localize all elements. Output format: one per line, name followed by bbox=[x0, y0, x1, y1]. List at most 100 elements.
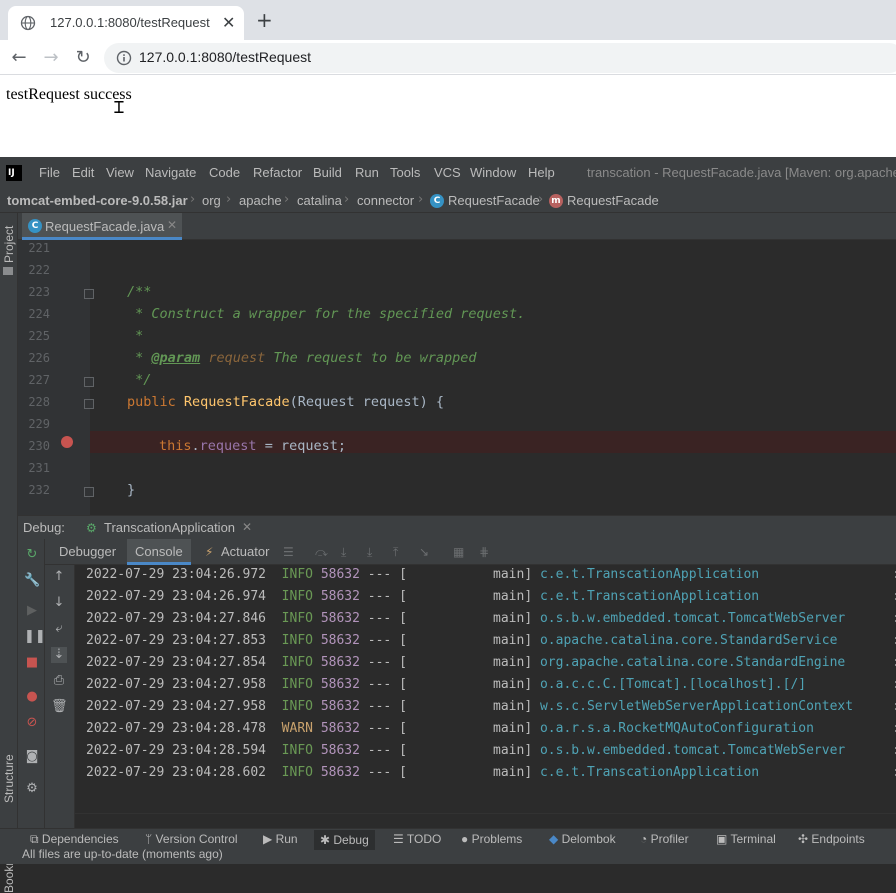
editor-tabs: C RequestFacade.java ✕ bbox=[18, 213, 896, 240]
log-thread: main] bbox=[493, 721, 533, 736]
menu-file[interactable]: File bbox=[39, 165, 60, 180]
editor-tab-close-icon[interactable]: ✕ bbox=[167, 218, 177, 232]
log-timestamp: 2022-07-29 23:04:28.602 bbox=[86, 765, 267, 780]
print-icon[interactable]: ⎙ bbox=[51, 673, 67, 689]
fold-marker-icon[interactable] bbox=[84, 377, 94, 387]
scroll-up-icon[interactable]: ↑ bbox=[51, 569, 67, 585]
rerun-icon[interactable]: ↻ bbox=[24, 547, 40, 563]
camera-icon[interactable]: ◙ bbox=[24, 749, 40, 765]
breadcrumb-org[interactable]: org bbox=[202, 193, 221, 208]
debug-session-close-icon[interactable]: ✕ bbox=[242, 520, 252, 534]
menu-build[interactable]: Build bbox=[313, 165, 342, 180]
tool-dependencies[interactable]: ⧉ Dependencies bbox=[30, 832, 119, 847]
log-row: 2022-07-29 23:04:27.958 INFO 58632 --- [… bbox=[86, 677, 896, 692]
breakpoint-icon[interactable] bbox=[61, 436, 73, 448]
tool-terminal[interactable]: ▣ Terminal bbox=[716, 832, 776, 846]
reload-icon[interactable]: ↻ bbox=[72, 47, 94, 69]
fold-marker-icon[interactable] bbox=[84, 487, 94, 497]
forward-icon[interactable]: → bbox=[40, 47, 62, 69]
tool-profiler[interactable]: ◔ Profiler bbox=[640, 832, 689, 846]
log-row: 2022-07-29 23:04:27.958 INFO 58632 --- [… bbox=[86, 699, 896, 714]
menu-view[interactable]: View bbox=[106, 165, 134, 180]
tool-version-control[interactable]: ᛘ Version Control bbox=[145, 832, 238, 846]
wrench-icon[interactable]: 🔧 bbox=[24, 573, 40, 589]
menu-vcs[interactable]: VCS bbox=[434, 165, 461, 180]
breadcrumb-jar[interactable]: tomcat-embed-core-9.0.58.jar bbox=[7, 193, 188, 208]
breadcrumb-catalina[interactable]: catalina bbox=[297, 193, 342, 208]
log-tail: : bbox=[892, 743, 896, 758]
log-thread: main] bbox=[493, 699, 533, 714]
stop-icon[interactable]: ■ bbox=[24, 655, 40, 671]
tool-problems[interactable]: ● Problems bbox=[461, 832, 522, 846]
menu-navigate[interactable]: Navigate bbox=[145, 165, 196, 180]
console-output[interactable]: 2022-07-29 23:04:26.972 INFO 58632 --- [… bbox=[75, 565, 896, 813]
trace-icon[interactable]: ⋕ bbox=[479, 545, 489, 559]
force-step-into-icon[interactable]: ⤓ bbox=[367, 545, 372, 560]
keyword: this bbox=[159, 438, 192, 454]
editor-tab-requestfacade[interactable]: C RequestFacade.java ✕ bbox=[22, 213, 182, 240]
back-icon[interactable]: ← bbox=[8, 47, 30, 69]
menu-window[interactable]: Window bbox=[470, 165, 516, 180]
info-icon[interactable] bbox=[116, 50, 132, 66]
menu-refactor[interactable]: Refactor bbox=[253, 165, 302, 180]
step-into-icon[interactable]: ⤓ bbox=[341, 545, 346, 560]
menu-icon[interactable]: ☰ bbox=[283, 545, 294, 559]
tool-run[interactable]: ▶ Run bbox=[263, 832, 298, 846]
log-thread: main] bbox=[493, 677, 533, 692]
debug-session-tab[interactable]: TranscationApplication bbox=[104, 520, 235, 535]
javadoc-text: The request to be wrapped bbox=[265, 350, 477, 366]
address-bar[interactable]: 127.0.0.1:8080/testRequest bbox=[104, 43, 896, 73]
step-out-icon[interactable]: ⤒ bbox=[393, 545, 398, 560]
method-icon: m bbox=[549, 194, 563, 208]
log-level: INFO bbox=[281, 765, 313, 780]
soft-wrap-icon[interactable]: ⤶ bbox=[51, 621, 67, 637]
tool-debug[interactable]: ✱ Debug bbox=[314, 830, 375, 850]
log-logger: o.a.c.c.C.[Tomcat].[localhost].[/] bbox=[539, 677, 807, 692]
breadcrumb-connector[interactable]: connector bbox=[357, 193, 414, 208]
tab-close-icon[interactable]: ✕ bbox=[222, 13, 235, 32]
scroll-to-end-icon[interactable]: ⇣ bbox=[51, 647, 67, 663]
tool-delombok[interactable]: ◆ Delombok bbox=[549, 832, 616, 846]
line-number: 231 bbox=[28, 461, 50, 475]
breadcrumb-apache[interactable]: apache bbox=[239, 193, 282, 208]
scroll-down-icon[interactable]: ↓ bbox=[51, 595, 67, 611]
tab-actuator[interactable]: Actuator bbox=[213, 539, 277, 565]
run-to-cursor-icon[interactable]: ↘ bbox=[419, 545, 429, 559]
fold-marker-icon[interactable] bbox=[84, 289, 94, 299]
resume-icon[interactable]: ▶ bbox=[24, 603, 40, 619]
menu-help[interactable]: Help bbox=[528, 165, 555, 180]
project-tool-button[interactable]: Project bbox=[2, 226, 16, 263]
clear-icon[interactable]: 🗑 bbox=[51, 699, 68, 715]
structure-tool-button[interactable]: Structure bbox=[2, 754, 16, 803]
breadcrumb-class[interactable]: RequestFacade bbox=[448, 193, 540, 208]
step-over-icon[interactable]: ⤼ bbox=[315, 545, 328, 560]
status-bar: All files are up-to-date (moments ago) bbox=[0, 847, 896, 864]
tool-todo[interactable]: ☰ TODO bbox=[393, 832, 441, 846]
left-tool-stripe: Project Structure Bookmarks bbox=[0, 213, 18, 893]
mute-breakpoints-icon[interactable]: ⊘ bbox=[24, 715, 40, 731]
new-tab-icon[interactable]: + bbox=[256, 8, 273, 32]
tool-label: TODO bbox=[406, 832, 442, 846]
log-separator: --- [ bbox=[367, 633, 407, 648]
horizontal-scrollbar[interactable] bbox=[75, 813, 896, 828]
tab-debugger[interactable]: Debugger bbox=[51, 539, 124, 565]
code-editor[interactable]: 221 222 223 224 225 226 227 228 229 230 … bbox=[18, 240, 896, 515]
settings-icon[interactable]: ⚙ bbox=[24, 781, 40, 797]
pause-icon[interactable]: ❚❚ bbox=[24, 629, 46, 645]
evaluate-icon[interactable]: ▦ bbox=[453, 545, 464, 559]
browser-tab[interactable]: 127.0.0.1:8080/testRequest ✕ bbox=[8, 6, 244, 40]
menu-tools[interactable]: Tools bbox=[390, 165, 420, 180]
log-logger: o.apache.catalina.core.StandardService bbox=[539, 633, 838, 648]
tab-console[interactable]: Console bbox=[127, 539, 191, 565]
log-logger: w.s.c.ServletWebServerApplicationContext bbox=[539, 699, 854, 714]
fold-marker-icon[interactable] bbox=[84, 399, 94, 409]
tool-endpoints[interactable]: ✣ Endpoints bbox=[798, 832, 865, 846]
log-row: 2022-07-29 23:04:27.854 INFO 58632 --- [… bbox=[86, 655, 896, 670]
menu-edit[interactable]: Edit bbox=[72, 165, 94, 180]
log-logger: o.s.b.w.embedded.tomcat.TomcatWebServer bbox=[539, 611, 846, 626]
tool-label: Dependencies bbox=[41, 832, 119, 846]
menu-run[interactable]: Run bbox=[355, 165, 379, 180]
breadcrumb-method[interactable]: RequestFacade bbox=[567, 193, 659, 208]
view-breakpoints-icon[interactable]: ● bbox=[24, 689, 40, 705]
menu-code[interactable]: Code bbox=[209, 165, 240, 180]
